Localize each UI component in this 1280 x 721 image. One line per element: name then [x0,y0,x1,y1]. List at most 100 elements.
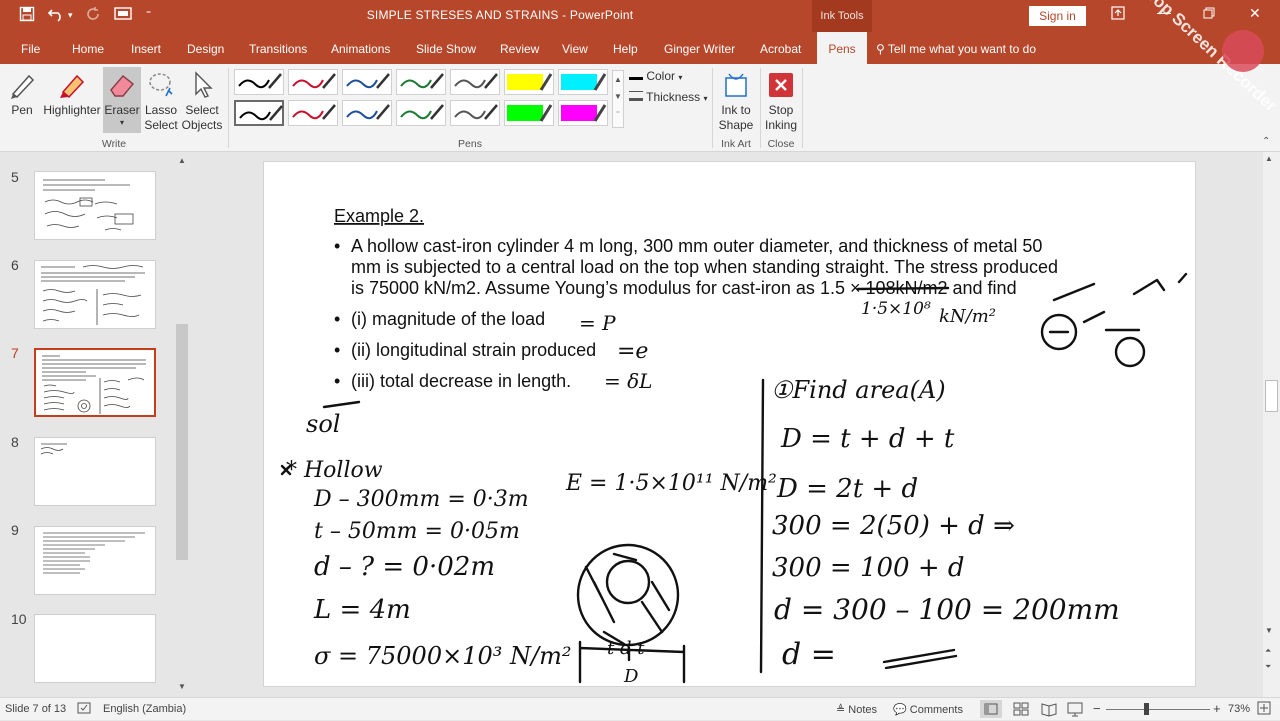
ribbon-display-icon[interactable] [1111,6,1125,23]
slide-thumbnail[interactable] [34,526,156,595]
comments-button[interactable]: 💬 Comments [893,703,963,716]
zoom-in-icon[interactable]: + [1213,701,1221,716]
tab-insert[interactable]: Insert [131,42,161,56]
svg-text:σ = 75000×10³ N/m²: σ = 75000×10³ N/m² [314,642,571,670]
pen-swatch[interactable] [234,69,284,95]
pen-swatch[interactable] [288,69,338,95]
highlighter-button[interactable]: Highlighter [41,70,103,118]
pen-swatch[interactable] [396,100,446,126]
svg-text:1·5×10⁸: 1·5×10⁸ [861,299,931,319]
stop-inking-button[interactable]: Stop Inking [762,70,800,133]
tab-acrobat[interactable]: Acrobat [760,42,801,56]
pen-swatch[interactable] [342,69,392,95]
eraser-button[interactable]: Eraser ▾ [103,67,141,133]
slide-thumbnail[interactable] [34,260,156,329]
eraser-dropdown-icon[interactable]: ▾ [103,118,141,128]
bullet-dot: • [334,371,340,391]
collapse-ribbon-icon[interactable]: ⌃ [1262,136,1270,147]
ribbon-separator [228,68,229,148]
gallery-scroll[interactable]: ▲ ▼ ⁼ [612,70,624,128]
reading-view-icon[interactable] [1040,701,1058,720]
slide-sorter-icon[interactable] [1012,701,1030,720]
svg-text:= δL: = δL [604,369,652,393]
pen-swatch[interactable] [504,100,554,126]
slide-show-icon[interactable] [1066,701,1084,720]
pen-swatch[interactable] [558,69,608,95]
recorder-logo-icon [1222,30,1264,72]
slide-counter: Slide 7 of 13 [5,703,67,715]
notes-button[interactable]: ≜ Notes [836,703,877,716]
slide-number-selected: 7 [11,345,19,361]
svg-text:kN/m²: kN/m² [939,306,996,327]
slide-thumbnail[interactable] [34,614,156,683]
slide-scrollbar[interactable]: ▲ ▼ ⏶ ⏷ [1263,152,1280,697]
language-status[interactable]: English (Zambia) [103,703,186,715]
scroll-down-arrow[interactable]: ▼ [1265,626,1273,635]
svg-text:d =: d = [782,637,836,672]
tab-transitions[interactable]: Transitions [249,42,307,56]
pen-swatch[interactable] [450,100,500,126]
scroll-down-arrow[interactable]: ▼ [175,682,189,694]
pen-swatch[interactable] [288,100,338,126]
tab-view[interactable]: View [562,42,588,56]
eraser-label: Eraser [104,103,140,117]
pen-swatch[interactable] [234,100,284,126]
zoom-level[interactable]: 73% [1228,703,1250,715]
select-label-1: Select [185,103,219,117]
ribbon-separator [802,68,803,148]
svg-text:E = 1·5×10¹¹ N/m²: E = 1·5×10¹¹ N/m² [565,471,777,496]
pen-swatch[interactable] [558,100,608,126]
lasso-select-button[interactable]: Lasso Select [143,70,179,133]
slide-canvas[interactable]: Example 2. • A hollow cast-iron cylinder… [263,161,1196,687]
slide-thumbnail[interactable] [34,171,156,240]
zoom-slider-thumb[interactable] [1144,703,1149,715]
color-label: Color [646,69,676,83]
pen-button[interactable]: Pen [6,70,38,118]
thumbnail-scrollbar[interactable]: ▲ ▼ [175,156,189,696]
tab-animations[interactable]: Animations [331,42,390,56]
title-bar: ▾ ⁼ SIMPLE STRESES AND STRAINS - PowerPo… [0,0,1280,32]
tab-file[interactable]: File [21,42,40,56]
tab-pens[interactable]: Pens [817,32,867,64]
color-button[interactable]: Color ▾ [629,69,682,85]
tab-home[interactable]: Home [72,42,104,56]
scroll-thumb[interactable] [176,324,188,560]
fit-to-window-icon[interactable] [1256,700,1272,719]
tab-slide-show[interactable]: Slide Show [416,42,476,56]
slide-number: 5 [11,169,19,185]
scroll-up-arrow[interactable]: ▲ [1265,154,1273,163]
thickness-button[interactable]: Thickness ▾ [629,90,708,106]
stop-inking-label-1: Stop [768,103,794,117]
restore-icon[interactable] [1203,6,1215,22]
normal-view-icon[interactable] [980,700,1002,718]
svg-text:①Find area(A): ①Find area(A) [771,376,946,404]
eraser-icon [110,75,134,97]
spelling-icon[interactable] [77,702,91,717]
sign-in-button[interactable]: Sign in [1029,6,1086,26]
slide-thumbnail-selected[interactable] [34,348,156,417]
close-window-icon[interactable]: ✕ [1249,5,1261,22]
scroll-thumb[interactable] [1265,380,1278,412]
select-objects-button[interactable]: Select Objects [180,70,224,133]
bullet-4: (iii) total decrease in length. [351,371,571,391]
scroll-up-arrow[interactable]: ▲ [175,156,189,168]
tab-help[interactable]: Help [613,42,638,56]
thickness-label: Thickness [646,90,701,104]
tab-review[interactable]: Review [500,42,539,56]
ink-to-shape-button[interactable]: Ink to Shape [716,70,756,133]
slide-thumbnail[interactable] [34,437,156,506]
comments-label: Comments [909,704,963,716]
next-slide-icon[interactable]: ⏷ [1265,662,1271,672]
previous-slide-icon[interactable]: ⏶ [1265,646,1271,656]
tab-design[interactable]: Design [187,42,224,56]
pen-swatch[interactable] [342,100,392,126]
zoom-slider[interactable] [1106,703,1210,715]
tell-me-search[interactable]: ⚲ Tell me what you want to do [876,42,1036,56]
pen-swatch[interactable] [450,69,500,95]
pen-swatch[interactable] [504,69,554,95]
pen-swatch[interactable] [396,69,446,95]
bullet-dot: • [334,340,340,360]
zoom-out-icon[interactable]: − [1093,701,1101,716]
tab-ginger-writer[interactable]: Ginger Writer [664,42,735,56]
slide-thumbnail-panel: 5 6 7 8 9 10 [0,152,192,697]
